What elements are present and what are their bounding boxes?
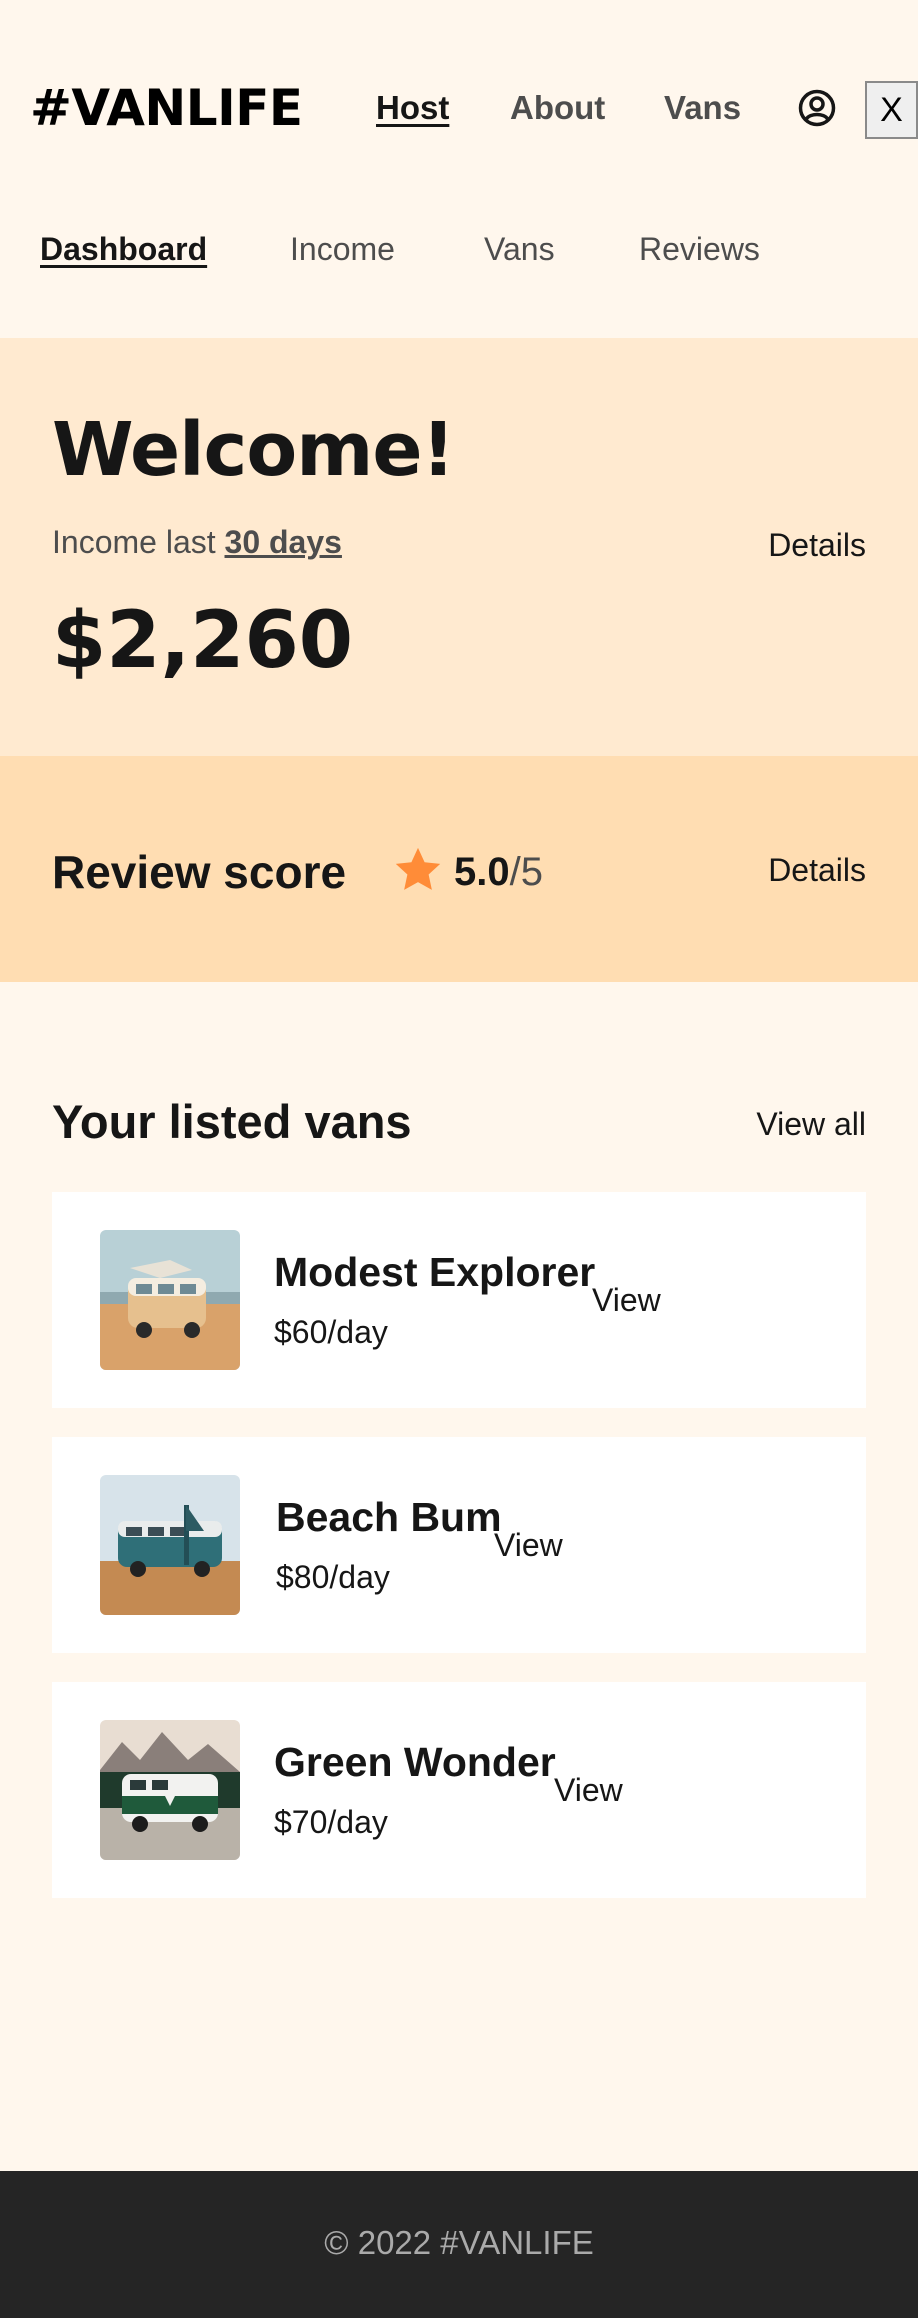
user-circle-icon[interactable] (797, 88, 837, 128)
host-nav-reviews[interactable]: Reviews (639, 229, 760, 269)
van-view-link[interactable]: View (494, 1525, 563, 1565)
review-section: Review score 5.0/5 Details (0, 756, 918, 982)
van-name: Modest Explorer (274, 1249, 596, 1295)
income-amount: $2,260 (52, 596, 353, 686)
income-prefix: Income last (52, 524, 216, 560)
van-view-link[interactable]: View (554, 1770, 623, 1810)
van-price: $60/day (274, 1314, 388, 1350)
van-name: Green Wonder (274, 1739, 556, 1785)
host-nav-dashboard[interactable]: Dashboard (40, 229, 207, 269)
van-image (100, 1230, 240, 1370)
van-card: Green Wonder $70/day View (52, 1682, 866, 1898)
nav-about-link[interactable]: About (510, 88, 605, 128)
host-nav-vans[interactable]: Vans (484, 229, 555, 269)
van-name: Beach Bum (276, 1494, 502, 1540)
van-card: Modest Explorer $60/day View (52, 1192, 866, 1408)
site-header: #VANLIFE Host About Vans X (0, 0, 918, 218)
review-score-max: /5 (509, 850, 543, 894)
income-period-text: Income last 30 days (52, 522, 342, 562)
footer-copyright: © 2022 #VANLIFE (324, 2224, 594, 2261)
welcome-title: Welcome! (52, 407, 455, 493)
nav-vans-link[interactable]: Vans (664, 88, 741, 128)
van-price: $80/day (276, 1559, 390, 1595)
listed-vans-title: Your listed vans (52, 1095, 412, 1148)
close-button[interactable]: X (865, 81, 918, 139)
van-view-link[interactable]: View (592, 1280, 661, 1320)
review-score-title: Review score (52, 846, 347, 898)
review-details-link[interactable]: Details (768, 850, 866, 890)
nav-host-link[interactable]: Host (376, 88, 449, 128)
income-period-link[interactable]: 30 days (225, 524, 342, 560)
welcome-section: Welcome! Income last 30 days Details $2,… (0, 338, 918, 756)
van-image (100, 1720, 240, 1860)
site-footer: © 2022 #VANLIFE (0, 2171, 918, 2318)
review-score: 5.0/5 (454, 848, 543, 896)
host-nav-income[interactable]: Income (290, 229, 395, 269)
income-details-link[interactable]: Details (768, 525, 866, 565)
van-price: $70/day (274, 1804, 388, 1840)
logo[interactable]: #VANLIFE (30, 80, 303, 136)
van-image (100, 1475, 240, 1615)
view-all-link[interactable]: View all (756, 1104, 866, 1144)
star-icon (392, 844, 444, 896)
van-card: Beach Bum $80/day View (52, 1437, 866, 1653)
review-score-value: 5.0 (454, 850, 510, 894)
